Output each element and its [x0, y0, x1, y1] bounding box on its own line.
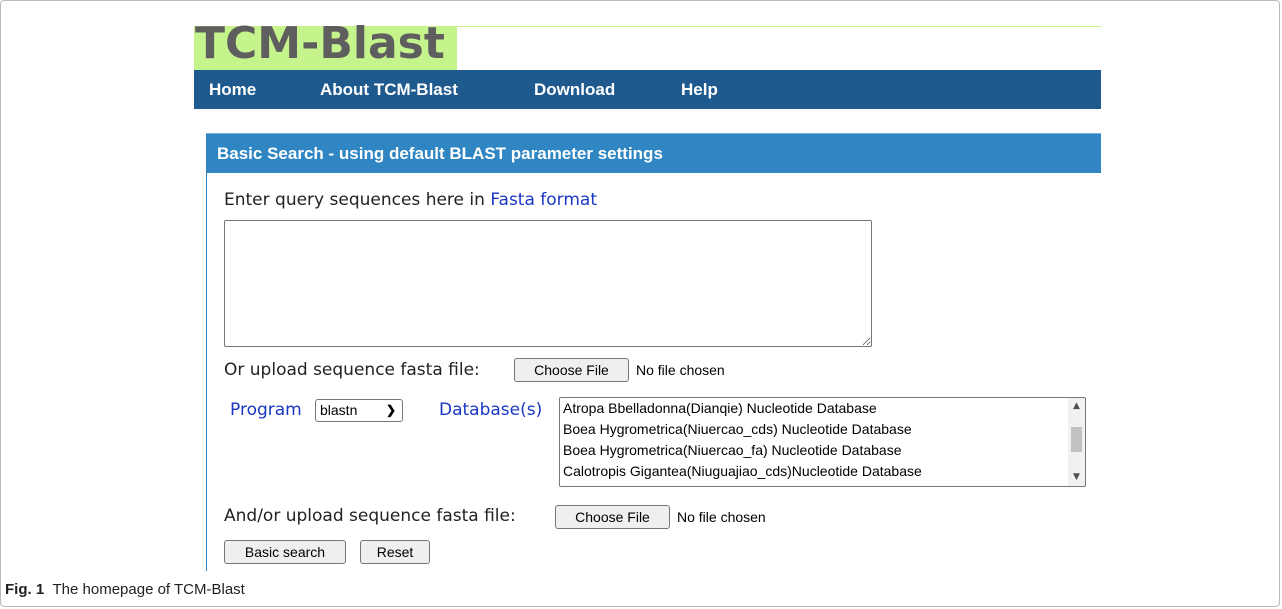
- upload-label: Or upload sequence fasta file:: [224, 360, 480, 380]
- choose-file-button[interactable]: Choose File: [514, 358, 629, 382]
- query-sequence-input[interactable]: [224, 220, 872, 347]
- query-prompt: Enter query sequences here in Fasta form…: [224, 190, 597, 210]
- database-option[interactable]: Boea Hygrometrica(Niuercao_cds) Nucleoti…: [560, 419, 1085, 440]
- nav-download[interactable]: Download: [534, 70, 615, 109]
- database-option[interactable]: Atropa Bbelladonna(Dianqie) Nucleotide D…: [560, 398, 1085, 419]
- nav-home[interactable]: Home: [209, 70, 256, 109]
- nav-help[interactable]: Help: [681, 70, 718, 109]
- reset-button[interactable]: Reset: [360, 540, 430, 564]
- program-label[interactable]: Program: [230, 400, 302, 420]
- panel-border: [206, 173, 207, 571]
- figure-caption-text: The homepage of TCM-Blast: [52, 581, 245, 598]
- listbox-scrollbar[interactable]: ▲ ▼: [1068, 398, 1085, 486]
- scroll-up-icon[interactable]: ▲: [1068, 398, 1085, 415]
- scroll-thumb[interactable]: [1071, 427, 1082, 452]
- figure-caption: Fig. 1 The homepage of TCM-Blast: [5, 581, 245, 598]
- figure-number: Fig. 1: [5, 581, 45, 598]
- basic-search-button[interactable]: Basic search: [224, 540, 346, 564]
- header-rule: [457, 26, 1101, 27]
- no-file2-status: No file chosen: [677, 509, 766, 525]
- fasta-format-link[interactable]: Fasta format: [490, 190, 597, 210]
- database-listbox[interactable]: Atropa Bbelladonna(Dianqie) Nucleotide D…: [559, 397, 1086, 487]
- query-prompt-text: Enter query sequences here in: [224, 190, 491, 210]
- chevron-down-icon: ❯: [385, 403, 396, 417]
- upload2-label: And/or upload sequence fasta file:: [224, 506, 516, 526]
- database-option[interactable]: Calotropis Gigantea(Niuguajiao_cds)Nucle…: [560, 461, 1085, 482]
- no-file-status: No file chosen: [636, 362, 725, 378]
- database-option[interactable]: Boea Hygrometrica(Niuercao_fa) Nucleotid…: [560, 440, 1085, 461]
- choose-file2-button[interactable]: Choose File: [555, 505, 670, 529]
- scroll-down-icon[interactable]: ▼: [1068, 469, 1085, 486]
- site-logo[interactable]: TCM-Blast: [195, 16, 445, 72]
- panel-title: Basic Search - using default BLAST param…: [206, 133, 1101, 173]
- nav-about[interactable]: About TCM-Blast: [320, 70, 458, 109]
- program-selected-value: blastn: [320, 402, 358, 418]
- database-label[interactable]: Database(s): [439, 400, 542, 420]
- nav-bar: Home About TCM-Blast Download Help: [194, 70, 1101, 109]
- program-select[interactable]: blastn ❯: [315, 399, 403, 422]
